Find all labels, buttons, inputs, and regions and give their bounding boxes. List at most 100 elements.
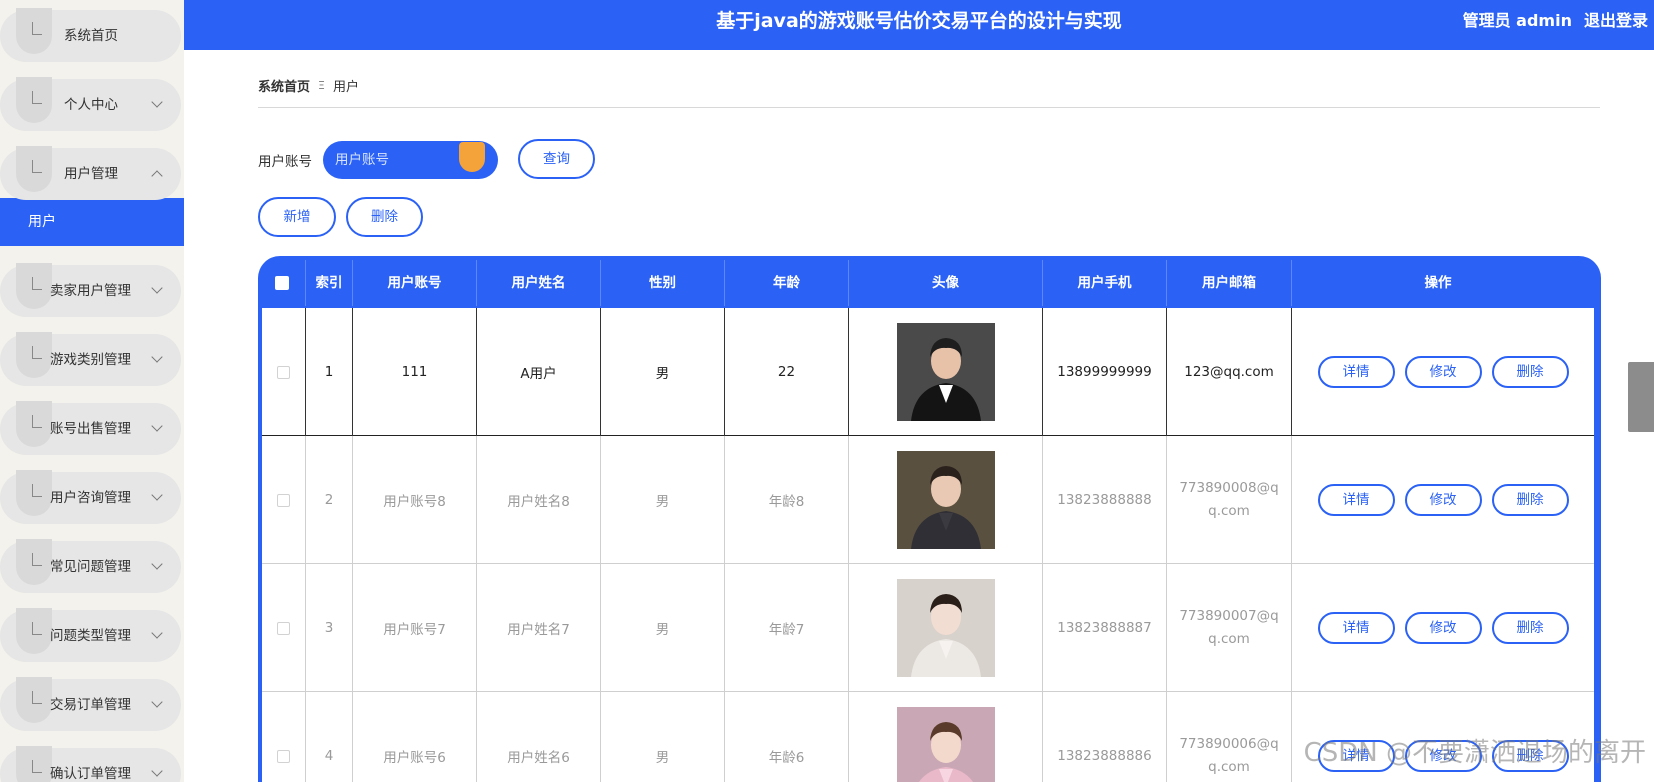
name-cell: 用户姓名6 bbox=[477, 692, 601, 782]
menu-icon bbox=[16, 470, 52, 516]
row-checkbox[interactable] bbox=[277, 621, 290, 635]
avatar bbox=[896, 323, 995, 421]
row-checkbox[interactable] bbox=[277, 749, 290, 763]
sidebar-item-7[interactable]: 常见问题管理 bbox=[0, 539, 181, 593]
menu-icon bbox=[16, 77, 52, 123]
avatar-cell bbox=[849, 308, 1043, 436]
header-index: 索引 bbox=[306, 260, 353, 306]
sidebar-item-label: 用户咨询管理 bbox=[50, 490, 131, 506]
header-select-all[interactable] bbox=[258, 260, 306, 306]
chevron-up-icon bbox=[151, 170, 163, 182]
sidebar-item-10[interactable]: 确认订单管理 bbox=[0, 746, 181, 782]
header-name: 用户姓名 bbox=[477, 260, 601, 306]
index-cell-text: 2 bbox=[324, 492, 334, 508]
sidebar-item-8[interactable]: 问题类型管理 bbox=[0, 608, 181, 662]
sidebar-item-4[interactable]: 游戏类别管理 bbox=[0, 332, 181, 386]
batch-delete-button[interactable]: 删除 bbox=[346, 197, 423, 237]
header-age: 年龄 bbox=[725, 260, 849, 306]
sidebar-item-3[interactable]: 卖家用户管理 bbox=[0, 263, 181, 317]
chevron-down-icon bbox=[151, 765, 163, 777]
logout-link[interactable]: 退出登录 bbox=[1584, 0, 1648, 42]
query-button[interactable]: 查询 bbox=[518, 139, 595, 179]
gender-cell: 男 bbox=[601, 564, 725, 692]
edit-button[interactable]: 修改 bbox=[1404, 612, 1482, 644]
phone-cell-text: 13899999999 bbox=[1057, 364, 1152, 380]
select-cell[interactable] bbox=[262, 564, 306, 692]
sidebar-item-9[interactable]: 交易订单管理 bbox=[0, 677, 181, 731]
table-body: 1 111 A用户男 22 13899999999 123@qq.com 详情 修改 删除 2 用户… bbox=[262, 308, 1594, 782]
phone-cell: 13823888887 bbox=[1043, 564, 1167, 692]
age-cell: 年龄7 bbox=[725, 564, 849, 692]
menu-icon bbox=[16, 332, 52, 378]
delete-button[interactable]: 删除 bbox=[1491, 612, 1569, 644]
watermark: CSDN @不要潇洒退场的离开 bbox=[1303, 738, 1646, 768]
sidebar-item-1[interactable]: 个人中心 bbox=[0, 77, 181, 131]
table-row: 1 111 A用户男 22 13899999999 123@qq.com 详情 修改 删除 bbox=[262, 308, 1594, 436]
select-cell[interactable] bbox=[262, 436, 306, 564]
chevron-down-icon bbox=[151, 696, 163, 708]
sidebar-item-6[interactable]: 用户咨询管理 bbox=[0, 470, 181, 524]
avatar bbox=[896, 579, 995, 677]
chevron-down-icon bbox=[151, 627, 163, 639]
avatar bbox=[896, 707, 995, 782]
header-account: 用户账号 bbox=[353, 260, 477, 306]
sidebar-item-2[interactable]: 用户管理 bbox=[0, 146, 181, 200]
menu-icon bbox=[16, 401, 52, 447]
menu-icon bbox=[16, 746, 52, 782]
age-cell: 年龄8 bbox=[725, 436, 849, 564]
phone-cell-text: 13823888887 bbox=[1057, 620, 1152, 636]
avatar-cell bbox=[849, 436, 1043, 564]
delete-button[interactable]: 删除 bbox=[1491, 484, 1569, 516]
sidebar-item-label: 游戏类别管理 bbox=[50, 352, 131, 368]
sidebar-subitem-users[interactable]: 用户 bbox=[0, 198, 184, 246]
sidebar-item-label: 用户管理 bbox=[64, 166, 118, 182]
select-cell[interactable] bbox=[262, 692, 306, 782]
gender-cell-text: 男 bbox=[655, 622, 670, 638]
detail-button[interactable]: 详情 bbox=[1317, 484, 1395, 516]
index-cell: 2 bbox=[306, 436, 353, 564]
sidebar-item-label: 个人中心 bbox=[64, 97, 118, 113]
account-cell-text: 用户账号7 bbox=[383, 622, 446, 638]
index-cell-text: 1 bbox=[324, 364, 334, 380]
select-all-checkbox[interactable] bbox=[274, 276, 289, 290]
gender-cell: 男 bbox=[601, 692, 725, 782]
add-button[interactable]: 新增 bbox=[258, 197, 336, 237]
age-cell-text: 年龄8 bbox=[768, 494, 805, 510]
index-cell: 3 bbox=[306, 564, 353, 692]
row-checkbox[interactable] bbox=[277, 493, 290, 507]
delete-button[interactable]: 删除 bbox=[1491, 356, 1569, 388]
phone-cell-text: 13823888886 bbox=[1057, 748, 1152, 764]
email-cell-text: 123@qq.com bbox=[1184, 363, 1274, 380]
name-cell-text: 用户姓名7 bbox=[507, 622, 570, 638]
chevron-down-icon bbox=[151, 558, 163, 570]
top-header: 基于java的游戏账号估价交易平台的设计与实现 管理员 admin 退出登录 bbox=[184, 0, 1654, 50]
sidebar-item-label: 卖家用户管理 bbox=[50, 283, 131, 299]
row-checkbox[interactable] bbox=[277, 365, 290, 379]
side-drawer-handle[interactable] bbox=[1628, 362, 1654, 432]
detail-button[interactable]: 详情 bbox=[1317, 612, 1395, 644]
breadcrumb-home[interactable]: 系统首页 bbox=[258, 76, 310, 95]
sidebar-item-label: 常见问题管理 bbox=[50, 559, 131, 575]
gender-cell: 男 bbox=[601, 436, 725, 564]
gender-cell-text: 男 bbox=[655, 750, 670, 766]
sidebar-item-0[interactable]: 系统首页 bbox=[0, 8, 181, 62]
sidebar-item-label: 问题类型管理 bbox=[50, 628, 131, 644]
detail-button[interactable]: 详情 bbox=[1317, 356, 1395, 388]
email-cell-text: 773890006@qq.com bbox=[1179, 736, 1279, 775]
search-input-knob-icon bbox=[459, 142, 485, 172]
sidebar-item-5[interactable]: 账号出售管理 bbox=[0, 401, 181, 455]
name-cell: 用户姓名8 bbox=[477, 436, 601, 564]
account-cell-text: 用户账号8 bbox=[383, 494, 446, 510]
email-cell: 773890006@qq.com bbox=[1167, 692, 1292, 782]
select-cell[interactable] bbox=[262, 308, 306, 436]
index-cell: 4 bbox=[306, 692, 353, 782]
sidebar-item-label: 确认订单管理 bbox=[50, 766, 131, 782]
edit-button[interactable]: 修改 bbox=[1404, 356, 1482, 388]
email-cell: 123@qq.com bbox=[1167, 308, 1292, 436]
sidebar: 用户 系统首页个人中心用户管理卖家用户管理 游戏类别管理账号出售管理用户咨询管理常… bbox=[0, 0, 184, 782]
avatar bbox=[896, 451, 995, 549]
index-cell-text: 3 bbox=[324, 620, 334, 636]
edit-button[interactable]: 修改 bbox=[1404, 484, 1482, 516]
header-email: 用户邮箱 bbox=[1167, 260, 1292, 306]
email-cell-text: 773890007@qq.com bbox=[1179, 608, 1279, 647]
